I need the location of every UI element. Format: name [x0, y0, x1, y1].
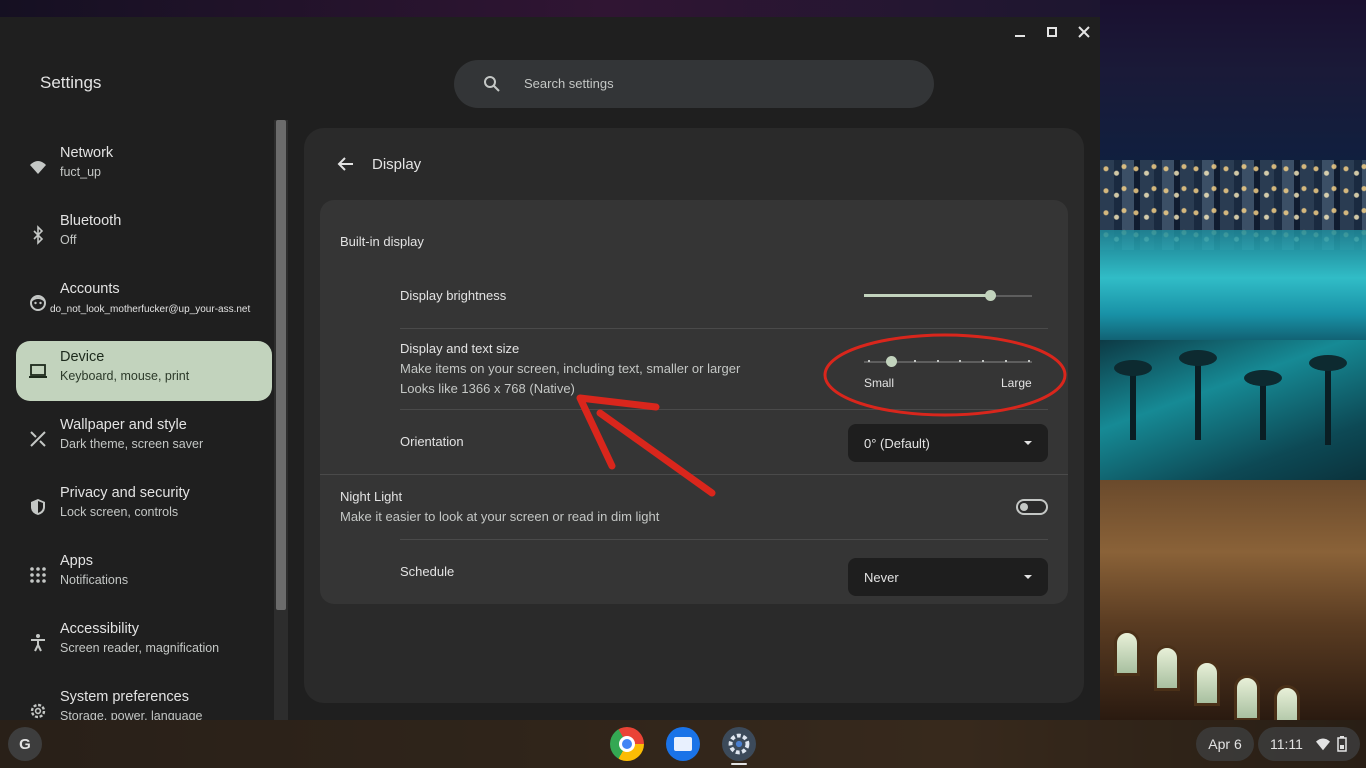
sidebar-item-sublabel: Notifications	[60, 573, 129, 587]
display-size-slider-knob[interactable]	[885, 356, 897, 367]
size-step-tick	[1005, 360, 1008, 362]
sidebar-item-label: Apps	[60, 553, 94, 569]
sidebar-item-sublabel: Storage, power, language	[60, 709, 203, 720]
app-title: Settings	[40, 73, 102, 92]
dropdown-arrow-icon	[1024, 441, 1032, 445]
bluetooth-icon	[33, 225, 44, 245]
brush-icon	[30, 431, 46, 447]
minimize-button[interactable]	[1007, 21, 1033, 43]
brightness-slider[interactable]	[864, 286, 1032, 306]
wifi-icon	[1315, 738, 1330, 751]
search-icon	[484, 76, 500, 92]
running-indicator	[731, 763, 747, 765]
sidebar-scrollbar-thumb[interactable]	[276, 120, 286, 610]
sidebar-item-label: Accounts	[60, 281, 120, 297]
sidebar-item-sublabel: do_not_look_motherfucker@up_your-ass.net	[50, 304, 251, 315]
night-light-toggle[interactable]	[1016, 499, 1048, 515]
sidebar-item-sublabel: fuct_up	[60, 165, 102, 179]
section-heading: Built-in display	[340, 234, 424, 249]
sidebar-item-apps[interactable]: Apps Notifications	[16, 545, 272, 605]
size-step-tick	[913, 360, 916, 362]
sidebar-item-sublabel: Screen reader, magnification	[60, 641, 220, 655]
sidebar-item-accessibility[interactable]: Accessibility Screen reader, magnificati…	[16, 613, 272, 673]
battery-icon	[1337, 736, 1347, 752]
sidebar-item-network[interactable]: Network fuct_up	[16, 137, 272, 197]
size-min-label: Small	[864, 376, 895, 390]
sidebar-item-device[interactable]: Device Keyboard, mouse, print	[16, 341, 272, 401]
settings-icon[interactable]	[722, 727, 756, 761]
sidebar-item-label: Device	[60, 349, 105, 365]
sidebar-item-label: Bluetooth	[60, 213, 122, 229]
orientation-label: Orientation	[400, 434, 464, 449]
night-light-description: Make it easier to look at your screen or…	[340, 509, 660, 524]
date-pill[interactable]: Apr 6	[1196, 727, 1254, 761]
minimize-icon	[1015, 35, 1025, 37]
brightness-slider-knob[interactable]	[985, 290, 996, 301]
gear-icon	[30, 703, 46, 719]
display-settings-card: Built-in display Display brightness Disp…	[320, 200, 1068, 604]
size-step-tick	[868, 360, 870, 362]
files-icon[interactable]	[666, 727, 700, 761]
date-text: Apr 6	[1208, 736, 1242, 752]
text-size-description: Make items on your screen, including tex…	[400, 361, 741, 376]
dropdown-arrow-icon	[1024, 575, 1032, 579]
sidebar-item-wallpaper[interactable]: Wallpaper and style Dark theme, screen s…	[16, 409, 272, 469]
schedule-dropdown[interactable]: Never	[848, 558, 1048, 596]
sidebar-item-label: Accessibility	[60, 621, 139, 637]
page-title: Display	[372, 156, 422, 173]
sidebar-item-sublabel: Off	[60, 233, 77, 247]
status-tray[interactable]: 11:11	[1258, 727, 1360, 761]
size-step-tick	[1028, 360, 1030, 362]
settings-window: Settings Search settings Network fuct_up…	[0, 17, 1100, 720]
sidebar-item-accounts[interactable]: Accounts do_not_look_motherfucker@up_you…	[16, 273, 272, 333]
sidebar-item-label: Privacy and security	[60, 485, 190, 501]
brightness-label: Display brightness	[400, 288, 507, 303]
close-icon	[1078, 26, 1090, 38]
resolution-text: Looks like 1366 x 768 (Native)	[400, 381, 575, 396]
laptop-icon	[29, 364, 47, 378]
close-button[interactable]	[1071, 21, 1097, 43]
divider	[400, 328, 1048, 329]
sidebar-item-privacy[interactable]: Privacy and security Lock screen, contro…	[16, 477, 272, 537]
account-icon	[30, 295, 46, 311]
shield-icon	[31, 499, 45, 515]
maximize-button[interactable]	[1039, 21, 1065, 43]
accessibility-icon	[31, 634, 45, 652]
sidebar-item-label: Network	[60, 145, 114, 161]
size-max-label: Large	[1001, 376, 1032, 390]
schedule-label: Schedule	[400, 564, 455, 579]
sidebar-item-label: System preferences	[60, 689, 189, 705]
apps-grid-icon	[30, 567, 46, 583]
sidebar-item-sublabel: Lock screen, controls	[60, 505, 179, 519]
sidebar: Network fuct_up Bluetooth Off Accounts d…	[0, 120, 288, 720]
divider	[320, 474, 1068, 475]
sidebar-item-bluetooth[interactable]: Bluetooth Off	[16, 205, 272, 265]
size-step-tick	[959, 360, 962, 362]
chrome-icon[interactable]	[610, 727, 644, 761]
sidebar-item-label: Wallpaper and style	[60, 417, 187, 433]
sidebar-item-system-preferences[interactable]: System preferences Storage, power, langu…	[16, 681, 272, 720]
wifi-icon	[30, 161, 46, 174]
search-box[interactable]: Search settings	[454, 60, 934, 108]
text-size-label: Display and text size	[400, 341, 520, 356]
title-bar	[0, 17, 1100, 48]
size-step-tick	[982, 360, 985, 362]
maximize-icon	[1047, 27, 1057, 37]
sidebar-item-sublabel: Dark theme, screen saver	[60, 437, 204, 451]
divider	[400, 409, 1048, 410]
display-size-slider[interactable]	[864, 352, 1032, 372]
night-light-label: Night Light	[340, 489, 403, 504]
orientation-dropdown[interactable]: 0° (Default)	[848, 424, 1048, 462]
schedule-value: Never	[864, 570, 899, 585]
search-input[interactable]: Search settings	[524, 76, 614, 91]
sidebar-item-sublabel: Keyboard, mouse, print	[60, 369, 190, 383]
display-panel: Display Built-in display Display brightn…	[304, 128, 1084, 703]
back-arrow-icon[interactable]	[336, 152, 356, 176]
clock-text: 11:11	[1270, 736, 1303, 752]
orientation-value: 0° (Default)	[864, 436, 930, 451]
wallpaper-cityscape	[1100, 0, 1366, 720]
launcher-button[interactable]: G	[8, 727, 42, 761]
size-step-tick	[936, 360, 939, 362]
divider	[400, 539, 1048, 540]
